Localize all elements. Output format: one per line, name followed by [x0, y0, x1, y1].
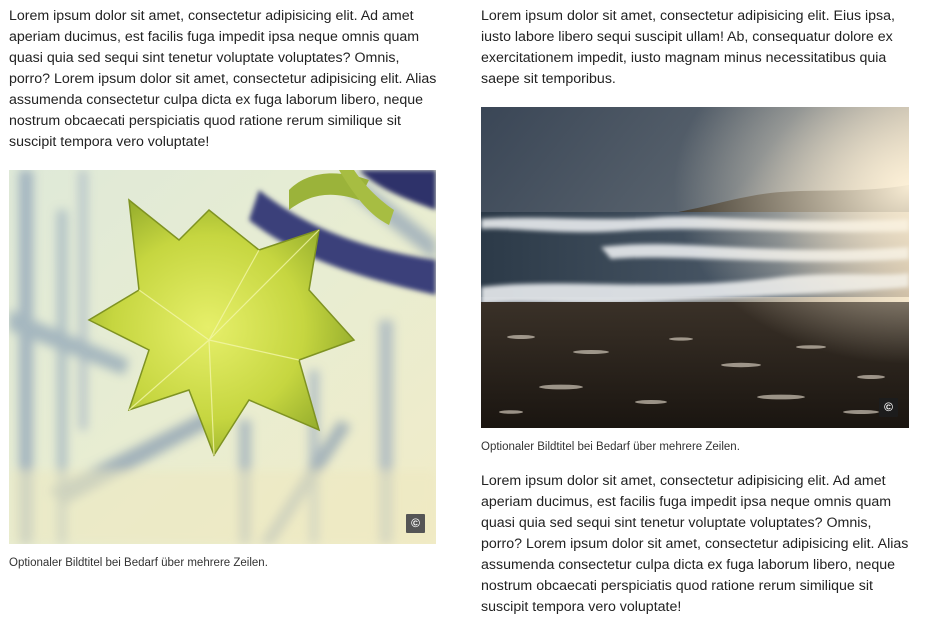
right-paragraph-bottom: Lorem ipsum dolor sit amet, consectetur …	[481, 473, 909, 615]
copyright-badge[interactable]: ©	[879, 398, 898, 417]
leaf-photo-svg	[9, 170, 436, 544]
beach-image: ©	[481, 107, 909, 428]
beach-photo-svg	[481, 107, 909, 428]
leaf-caption: Optionaler Bildtitel bei Bedarf über meh…	[9, 557, 268, 569]
leaf-image: ©	[9, 170, 436, 544]
leaf-figure: © Optionaler Bildtitel bei Bedarf über m…	[9, 170, 437, 571]
beach-figure: © Optionaler Bildtitel bei Bedarf über m…	[481, 107, 909, 455]
left-paragraph: Lorem ipsum dolor sit amet, consectetur …	[9, 8, 437, 150]
right-paragraph-top: Lorem ipsum dolor sit amet, consectetur …	[481, 8, 895, 87]
copyright-badge[interactable]: ©	[406, 514, 425, 533]
left-column: Lorem ipsum dolor sit amet, consectetur …	[9, 6, 437, 571]
beach-caption: Optionaler Bildtitel bei Bedarf über meh…	[481, 441, 740, 453]
right-column: Lorem ipsum dolor sit amet, consectetur …	[481, 6, 909, 618]
